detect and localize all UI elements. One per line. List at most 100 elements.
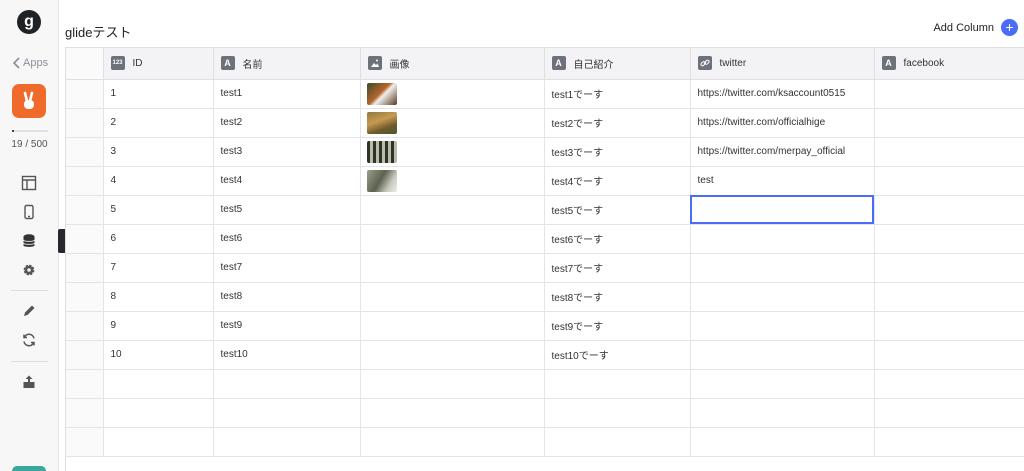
cell-twitter[interactable] — [690, 340, 875, 370]
empty-cell[interactable] — [213, 427, 361, 457]
empty-cell[interactable] — [103, 369, 214, 399]
cell-facebook[interactable] — [874, 79, 1024, 109]
empty-cell[interactable] — [874, 398, 1024, 428]
empty-cell[interactable] — [690, 369, 875, 399]
cell-twitter[interactable] — [690, 224, 875, 254]
cell-twitter[interactable]: test — [690, 166, 875, 196]
empty-cell[interactable] — [360, 369, 545, 399]
table-row[interactable]: 6 test6 test6でーす — [66, 224, 1024, 254]
cell-twitter[interactable] — [690, 195, 875, 225]
cell-facebook[interactable] — [874, 282, 1024, 312]
empty-cell[interactable] — [544, 398, 691, 428]
app-icon[interactable] — [12, 84, 46, 118]
cell-facebook[interactable] — [874, 108, 1024, 138]
nav-edit[interactable] — [19, 301, 39, 321]
add-column-button[interactable]: Add Column + — [933, 19, 1018, 36]
empty-cell[interactable] — [360, 398, 545, 428]
cell-name[interactable]: test8 — [213, 282, 361, 312]
cell-id[interactable]: 5 — [103, 195, 214, 225]
cell-intro[interactable]: test5でーす — [544, 195, 691, 225]
empty-cell[interactable] — [544, 369, 691, 399]
cell-name[interactable]: test9 — [213, 311, 361, 341]
cell-intro[interactable]: test6でーす — [544, 224, 691, 254]
cell-intro[interactable]: test8でーす — [544, 282, 691, 312]
table-row[interactable]: 3 test3 test3でーす https://twitter.com/merpay… — [66, 137, 1024, 167]
cell-id[interactable]: 10 — [103, 340, 214, 370]
nav-sync[interactable] — [19, 330, 39, 350]
nav-settings[interactable] — [19, 260, 39, 280]
row-handle[interactable] — [66, 108, 104, 138]
cell-image[interactable] — [360, 340, 545, 370]
cell-image[interactable] — [360, 311, 545, 341]
cell-name[interactable]: test7 — [213, 253, 361, 283]
cell-image[interactable] — [360, 195, 545, 225]
empty-cell[interactable] — [874, 427, 1024, 457]
column-header-id[interactable]: 123 ID — [103, 48, 214, 80]
column-header-twitter[interactable]: twitter — [690, 48, 875, 80]
cell-id[interactable]: 6 — [103, 224, 214, 254]
table-row[interactable]: 7 test7 test7でーす — [66, 253, 1024, 283]
cell-facebook[interactable] — [874, 253, 1024, 283]
cell-name[interactable]: test2 — [213, 108, 361, 138]
column-header-intro[interactable]: A 自己紹介 — [544, 48, 691, 80]
empty-cell[interactable] — [544, 427, 691, 457]
table-row[interactable]: 4 test4 test4でーす test — [66, 166, 1024, 196]
table-row[interactable]: 9 test9 test9でーす — [66, 311, 1024, 341]
empty-cell[interactable] — [213, 398, 361, 428]
cell-intro[interactable]: test1でーす — [544, 79, 691, 109]
cell-name[interactable]: test4 — [213, 166, 361, 196]
row-handle[interactable] — [66, 311, 104, 341]
cell-facebook[interactable] — [874, 311, 1024, 341]
empty-cell[interactable] — [690, 427, 875, 457]
row-handle[interactable] — [66, 282, 104, 312]
table-row[interactable]: 10 test10 test10でーす — [66, 340, 1024, 370]
empty-row[interactable] — [66, 398, 1024, 428]
cell-intro[interactable]: test7でーす — [544, 253, 691, 283]
cell-image[interactable] — [360, 253, 545, 283]
table-row[interactable]: 2 test2 test2でーす https://twitter.com/offici… — [66, 108, 1024, 138]
row-handle[interactable] — [66, 137, 104, 167]
empty-cell[interactable] — [66, 398, 104, 428]
glide-logo[interactable]: g — [17, 10, 41, 34]
cell-intro[interactable]: test4でーす — [544, 166, 691, 196]
cell-image[interactable] — [360, 282, 545, 312]
nav-data[interactable] — [19, 231, 39, 251]
column-header-facebook[interactable]: A facebook — [874, 48, 1024, 80]
cell-id[interactable]: 2 — [103, 108, 214, 138]
table-row[interactable]: 5 test5 test5でーす — [66, 195, 1024, 225]
cell-image[interactable] — [360, 79, 545, 109]
empty-row[interactable] — [66, 427, 1024, 457]
cell-facebook[interactable] — [874, 224, 1024, 254]
cell-twitter[interactable] — [690, 282, 875, 312]
nav-preview[interactable] — [19, 202, 39, 222]
empty-cell[interactable] — [690, 398, 875, 428]
empty-row[interactable] — [66, 369, 1024, 399]
cell-facebook[interactable] — [874, 137, 1024, 167]
cell-facebook[interactable] — [874, 340, 1024, 370]
column-header-image[interactable]: 画像 — [360, 48, 545, 80]
empty-cell[interactable] — [213, 369, 361, 399]
cell-image[interactable] — [360, 166, 545, 196]
cell-intro[interactable]: test2でーす — [544, 108, 691, 138]
cell-image[interactable] — [360, 108, 545, 138]
cell-facebook[interactable] — [874, 166, 1024, 196]
cell-intro[interactable]: test3でーす — [544, 137, 691, 167]
empty-cell[interactable] — [103, 398, 214, 428]
cell-twitter[interactable] — [690, 311, 875, 341]
row-handle[interactable] — [66, 79, 104, 109]
cell-twitter[interactable]: https://twitter.com/officialhige — [690, 108, 875, 138]
nav-layout[interactable] — [19, 173, 39, 193]
cell-intro[interactable]: test9でーす — [544, 311, 691, 341]
cell-facebook[interactable] — [874, 195, 1024, 225]
account-avatar[interactable] — [12, 466, 46, 471]
table-row[interactable]: 8 test8 test8でーす — [66, 282, 1024, 312]
cell-name[interactable]: test5 — [213, 195, 361, 225]
cell-name[interactable]: test6 — [213, 224, 361, 254]
table-row[interactable]: 1 test1 test1でーす https://twitter.com/ksacco… — [66, 79, 1024, 109]
row-handle[interactable] — [66, 224, 104, 254]
column-header-name[interactable]: A 名前 — [213, 48, 361, 80]
cell-id[interactable]: 7 — [103, 253, 214, 283]
cell-twitter[interactable] — [690, 253, 875, 283]
empty-cell[interactable] — [66, 369, 104, 399]
cell-name[interactable]: test1 — [213, 79, 361, 109]
